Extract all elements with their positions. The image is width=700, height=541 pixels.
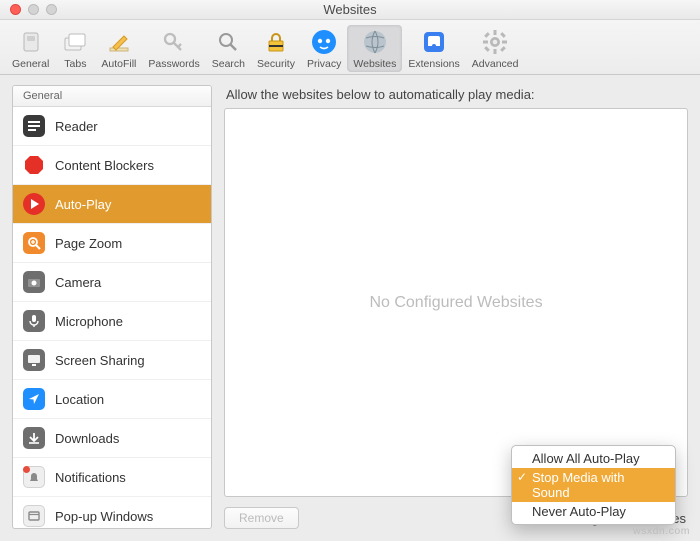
sidebar-item-reader[interactable]: Reader <box>13 107 211 145</box>
key-icon <box>160 28 188 56</box>
toolbar-tabs[interactable]: Tabs <box>55 25 95 72</box>
sidebar-item-microphone[interactable]: Microphone <box>13 301 211 340</box>
sidebar-item-auto-play[interactable]: Auto-Play <box>13 184 211 223</box>
toolbar-label: AutoFill <box>101 58 136 70</box>
window-titlebar: Websites <box>0 0 700 20</box>
toolbar-label: Advanced <box>472 58 519 70</box>
sidebar-item-page-zoom[interactable]: Page Zoom <box>13 223 211 262</box>
toolbar-label: Websites <box>353 58 396 70</box>
microphone-icon <box>23 310 45 332</box>
toolbar-websites[interactable]: Websites <box>347 25 402 72</box>
play-icon <box>23 193 45 215</box>
sidebar-item-label: Camera <box>55 275 101 290</box>
sidebar-header: General <box>13 86 211 107</box>
camera-icon <box>23 271 45 293</box>
dropdown-option-label: Never Auto-Play <box>532 504 626 519</box>
sidebar-item-label: Pop-up Windows <box>55 509 153 524</box>
sidebar-item-label: Reader <box>55 119 98 134</box>
toolbar-advanced[interactable]: Advanced <box>466 25 525 72</box>
globe-icon <box>361 28 389 56</box>
lock-caution-icon <box>262 28 290 56</box>
toolbar-label: Security <box>257 58 295 70</box>
sidebar-list: Reader Content Blockers Auto-Play Page Z… <box>13 107 211 528</box>
sidebar-item-camera[interactable]: Camera <box>13 262 211 301</box>
remove-button[interactable]: Remove <box>224 507 299 529</box>
dropdown-option-allow-all[interactable]: Allow All Auto-Play <box>512 449 675 468</box>
toolbar-label: Extensions <box>408 58 459 70</box>
dropdown-option-label: Allow All Auto-Play <box>532 451 640 466</box>
toolbar-privacy[interactable]: Privacy <box>301 25 347 72</box>
sidebar-item-downloads[interactable]: Downloads <box>13 418 211 457</box>
configured-websites-list[interactable]: No Configured Websites <box>224 108 688 497</box>
sidebar-item-label: Page Zoom <box>55 236 122 251</box>
sidebar-item-label: Downloads <box>55 431 119 446</box>
sidebar-item-label: Notifications <box>55 470 126 485</box>
toolbar-label: Search <box>212 58 245 70</box>
bell-icon <box>23 466 45 488</box>
toolbar-label: Privacy <box>307 58 341 70</box>
dropdown-option-never[interactable]: Never Auto-Play <box>512 502 675 521</box>
toolbar-general[interactable]: General <box>6 25 55 72</box>
check-icon: ✓ <box>517 470 527 484</box>
sidebar-item-label: Screen Sharing <box>55 353 145 368</box>
gear-icon <box>481 28 509 56</box>
toolbar-search[interactable]: Search <box>206 25 251 72</box>
sidebar-item-label: Auto-Play <box>55 197 111 212</box>
puzzle-icon <box>420 28 448 56</box>
sidebar-item-content-blockers[interactable]: Content Blockers <box>13 145 211 184</box>
tabs-icon <box>61 28 89 56</box>
toolbar-passwords[interactable]: Passwords <box>142 25 205 72</box>
minimize-window-button[interactable] <box>28 4 39 15</box>
preferences-toolbar: General Tabs AutoFill Passwords Search S… <box>0 20 700 75</box>
reader-icon <box>23 115 45 137</box>
toolbar-autofill[interactable]: AutoFill <box>95 25 142 72</box>
stop-icon <box>23 154 45 176</box>
location-icon <box>23 388 45 410</box>
privacy-icon <box>310 28 338 56</box>
dropdown-option-stop-sound[interactable]: ✓ Stop Media with Sound <box>512 468 675 502</box>
pencil-icon <box>105 28 133 56</box>
sidebar-item-label: Microphone <box>55 314 123 329</box>
toolbar-extensions[interactable]: Extensions <box>402 25 465 72</box>
window-icon <box>23 505 45 527</box>
window-title: Websites <box>0 2 700 17</box>
toolbar-security[interactable]: Security <box>251 25 301 72</box>
sidebar-item-popup-windows[interactable]: Pop-up Windows <box>13 496 211 528</box>
sidebar-item-location[interactable]: Location <box>13 379 211 418</box>
downloads-icon <box>23 427 45 449</box>
websites-sidebar: General Reader Content Blockers Auto-Pla… <box>12 85 212 529</box>
switch-icon <box>17 28 45 56</box>
autoplay-policy-dropdown[interactable]: Allow All Auto-Play ✓ Stop Media with So… <box>511 445 676 525</box>
toolbar-label: Tabs <box>64 58 86 70</box>
pane-heading: Allow the websites below to automaticall… <box>224 85 688 108</box>
empty-placeholder: No Configured Websites <box>369 294 542 312</box>
zoom-icon <box>23 232 45 254</box>
search-icon <box>214 28 242 56</box>
screen-icon <box>23 349 45 371</box>
zoom-window-button[interactable] <box>46 4 57 15</box>
sidebar-item-label: Location <box>55 392 104 407</box>
close-window-button[interactable] <box>10 4 21 15</box>
toolbar-label: General <box>12 58 49 70</box>
sidebar-item-notifications[interactable]: Notifications <box>13 457 211 496</box>
sidebar-item-screen-sharing[interactable]: Screen Sharing <box>13 340 211 379</box>
sidebar-item-label: Content Blockers <box>55 158 154 173</box>
traffic-lights <box>0 4 57 15</box>
toolbar-label: Passwords <box>148 58 199 70</box>
dropdown-option-label: Stop Media with Sound <box>532 470 625 500</box>
badge-dot-icon <box>23 466 30 473</box>
